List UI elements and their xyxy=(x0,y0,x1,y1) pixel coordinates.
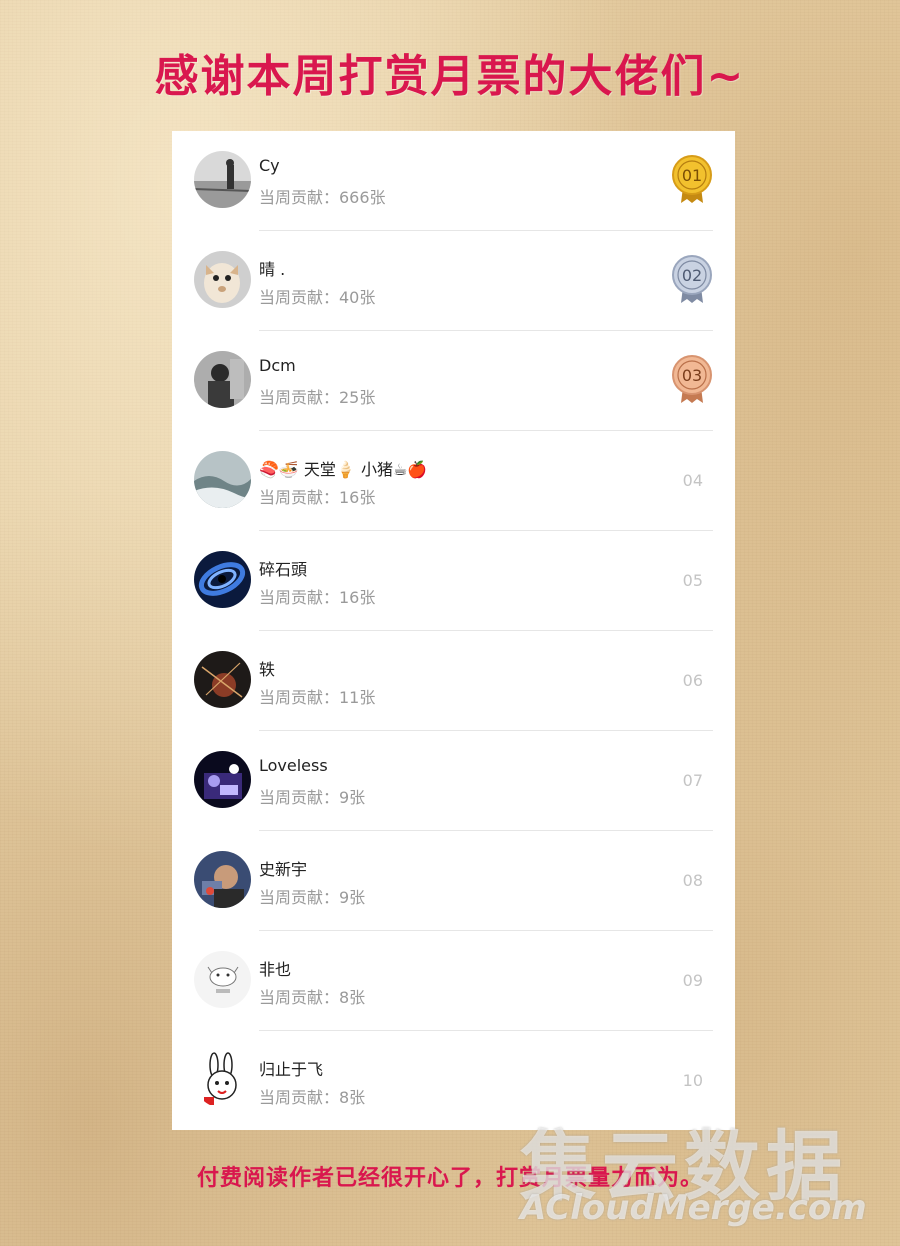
list-item[interactable]: 晴 . 当周贡献：40张 02 xyxy=(172,231,735,331)
user-name: 非也 xyxy=(259,960,292,979)
avatar[interactable] xyxy=(194,1051,251,1108)
user-name: Cy xyxy=(259,156,280,175)
watermark-url: ACloudMerge.com xyxy=(520,1188,867,1228)
list-item[interactable]: 轶 当周贡献：11张 06 xyxy=(172,631,735,731)
list-item[interactable]: Loveless 当周贡献：9张 07 xyxy=(172,731,735,831)
rank-number: 08 xyxy=(682,871,703,890)
contribution-count: 当周贡献：8张 xyxy=(259,1088,366,1107)
contribution-count: 当周贡献：25张 xyxy=(259,388,376,407)
avatar[interactable] xyxy=(194,651,251,708)
avatar[interactable] xyxy=(194,451,251,508)
rank-number: 07 xyxy=(682,771,703,790)
contribution-count: 当周贡献：16张 xyxy=(259,588,376,607)
user-name: Loveless xyxy=(259,756,328,775)
user-name: 轶 xyxy=(259,660,276,679)
page-title: 感谢本周打赏月票的大佬们~ xyxy=(154,51,746,102)
user-name: Dcm xyxy=(259,356,296,375)
list-item[interactable]: 碎石頭 当周贡献：16张 05 xyxy=(172,531,735,631)
avatar[interactable] xyxy=(194,351,251,408)
avatar[interactable] xyxy=(194,751,251,808)
ranking-list: Cy 当周贡献：666张 01 晴 . 当周贡献：40张 02 Dcm 当周贡献… xyxy=(172,131,735,1130)
silver-medal-icon: 02 xyxy=(671,255,713,305)
rank-number: 02 xyxy=(682,266,702,285)
list-item[interactable]: 史新宇 当周贡献：9张 08 xyxy=(172,831,735,931)
rank-number: 06 xyxy=(682,671,703,690)
rank-number: 05 xyxy=(682,571,703,590)
list-item[interactable]: Dcm 当周贡献：25张 03 xyxy=(172,331,735,431)
contribution-count: 当周贡献：666张 xyxy=(259,188,386,207)
list-item[interactable]: 🍣🍜 天堂🍦 小猪☕🍎 当周贡献：16张 04 xyxy=(172,431,735,531)
user-name: 史新宇 xyxy=(259,860,308,879)
user-name: 归止于飞 xyxy=(259,1060,324,1079)
user-name: 碎石頭 xyxy=(259,560,308,579)
rank-number: 04 xyxy=(682,471,703,490)
rank-number: 01 xyxy=(682,166,702,185)
contribution-count: 当周贡献：8张 xyxy=(259,988,366,1007)
user-name: 晴 . xyxy=(259,260,286,279)
contribution-count: 当周贡献：11张 xyxy=(259,688,376,707)
list-item[interactable]: Cy 当周贡献：666张 01 xyxy=(172,131,735,231)
contribution-count: 当周贡献：16张 xyxy=(259,488,376,507)
avatar[interactable] xyxy=(194,151,251,208)
contribution-count: 当周贡献：9张 xyxy=(259,788,366,807)
contribution-count: 当周贡献：40张 xyxy=(259,288,376,307)
contribution-count: 当周贡献：9张 xyxy=(259,888,366,907)
avatar[interactable] xyxy=(194,951,251,1008)
rank-number: 10 xyxy=(682,1071,703,1090)
gold-medal-icon: 01 xyxy=(671,155,713,205)
avatar[interactable] xyxy=(194,851,251,908)
avatar[interactable] xyxy=(194,251,251,308)
user-name: 🍣🍜 天堂🍦 小猪☕🍎 xyxy=(259,460,428,479)
avatar[interactable] xyxy=(194,551,251,608)
list-item[interactable]: 非也 当周贡献：8张 09 xyxy=(172,931,735,1031)
rank-number: 09 xyxy=(682,971,703,990)
rank-number: 03 xyxy=(682,366,702,385)
bronze-medal-icon: 03 xyxy=(671,355,713,405)
